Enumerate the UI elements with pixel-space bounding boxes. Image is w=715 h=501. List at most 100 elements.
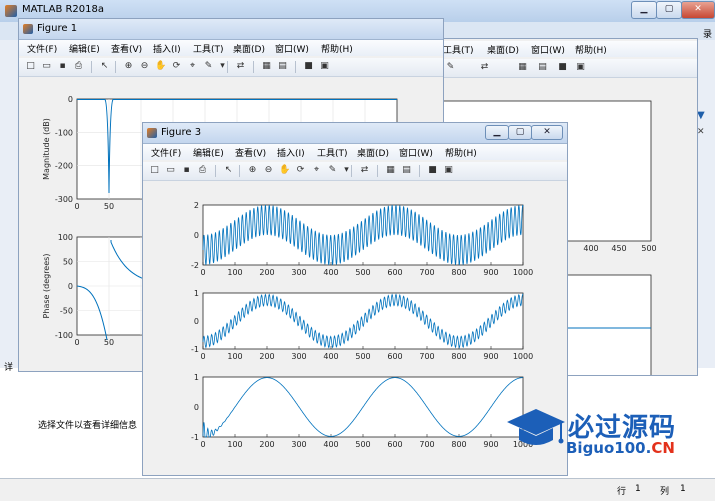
subplot-1-xtick-label: 500 xyxy=(355,268,370,277)
toolbar-separator xyxy=(377,165,378,177)
close-button[interactable]: ✕ xyxy=(681,1,715,19)
subplot-1-xtick-label: 700 xyxy=(419,268,434,277)
magnitude-xtick-label: 0 xyxy=(74,202,79,211)
figure-3-maximize-button[interactable]: ▢ xyxy=(508,125,532,140)
back-menu-window[interactable]: 窗口(W) xyxy=(531,43,565,56)
rotate-icon[interactable]: ⟳ xyxy=(295,165,306,176)
save-icon[interactable]: ▪ xyxy=(181,165,192,176)
watermark-url: Biguo100.CN xyxy=(566,439,675,457)
minimize-button[interactable]: ▁ xyxy=(631,1,657,19)
toolbar-separator xyxy=(215,165,216,177)
brush-icon[interactable]: ✎ xyxy=(203,61,214,72)
menu-insert[interactable]: 插入(I) xyxy=(277,146,305,159)
open-folder-icon[interactable]: ▭ xyxy=(165,165,176,176)
menu-edit[interactable]: 编辑(E) xyxy=(193,146,224,159)
colorbar-icon[interactable]: ▤ xyxy=(537,62,548,73)
open-folder-icon[interactable]: ▭ xyxy=(41,61,52,72)
back-menu-help[interactable]: 帮助(H) xyxy=(575,43,607,56)
magnitude-ytick-label: -100 xyxy=(55,128,73,137)
maximize-button[interactable]: ▢ xyxy=(656,1,682,19)
menu-tools[interactable]: 工具(T) xyxy=(193,42,224,55)
menu-window[interactable]: 窗口(W) xyxy=(399,146,433,159)
hide-tools-icon[interactable]: ■ xyxy=(557,62,568,73)
subplot-2-xtick-label: 200 xyxy=(259,352,274,361)
phase-xtick-label: 50 xyxy=(104,338,114,347)
link-plot-icon[interactable]: ⇄ xyxy=(359,165,370,176)
legend-icon[interactable]: ▦ xyxy=(517,62,528,73)
select-arrow-icon[interactable]: ↖ xyxy=(223,165,234,176)
pan-hand-icon[interactable]: ✋ xyxy=(279,165,290,176)
figure-3-axes: 0 100 200 300 400 500 600 700 800 900 100020-20 100… xyxy=(191,201,533,449)
figure-3-minimize-button[interactable]: ▁ xyxy=(485,125,509,140)
toolbar-separator xyxy=(239,165,240,177)
menu-insert[interactable]: 插入(I) xyxy=(153,42,181,55)
phase-ytick-label: 0 xyxy=(68,282,73,291)
colorbar-icon[interactable]: ▤ xyxy=(401,165,412,176)
menu-desktop[interactable]: 桌面(D) xyxy=(357,146,389,159)
save-icon[interactable]: ▪ xyxy=(57,61,68,72)
new-file-icon[interactable]: □ xyxy=(25,61,36,72)
details-label: 详 xyxy=(4,363,14,373)
magnitude-ytick-label: -200 xyxy=(55,162,73,171)
zoom-in-icon[interactable]: ⊕ xyxy=(247,165,258,176)
back-menu-desktop[interactable]: 桌面(D) xyxy=(487,43,519,56)
hide-tools-icon[interactable]: ■ xyxy=(427,165,438,176)
zoom-out-icon[interactable]: ⊖ xyxy=(139,61,150,72)
figure-1-menu-bar: 文件(F) 编辑(E) 查看(V) 插入(I) 工具(T) 桌面(D) 窗口(W) 帮助(H) xyxy=(19,40,443,56)
phase-xtick-label: 0 xyxy=(74,338,79,347)
link-icon[interactable]: ⇄ xyxy=(479,62,490,73)
subplot-1-xtick-label: 200 xyxy=(259,268,274,277)
subplot-2-xtick-label: 100 xyxy=(227,352,242,361)
print-icon[interactable]: ⎙ xyxy=(73,61,84,72)
show-tools-icon[interactable]: ▣ xyxy=(575,62,586,73)
close-panel-icon[interactable]: ✕ xyxy=(697,127,705,137)
menu-view[interactable]: 查看(V) xyxy=(235,146,266,159)
brush-icon[interactable]: ✎ xyxy=(327,165,338,176)
subplot-1-ytick-label: -2 xyxy=(191,261,199,270)
back-menu-tools[interactable]: 工具(T) xyxy=(443,43,474,56)
watermark-url-cn: CN xyxy=(651,439,675,457)
zoom-in-icon[interactable]: ⊕ xyxy=(123,61,134,72)
menu-view[interactable]: 查看(V) xyxy=(111,42,142,55)
colorbar-icon[interactable]: ▤ xyxy=(277,61,288,72)
subplot-3-ytick-label: -1 xyxy=(191,433,199,442)
figure-logo-icon xyxy=(23,24,33,34)
menu-help[interactable]: 帮助(H) xyxy=(445,146,477,159)
show-tools-icon[interactable]: ▣ xyxy=(319,61,330,72)
legend-icon[interactable]: ▦ xyxy=(385,165,396,176)
pan-hand-icon[interactable]: ✋ xyxy=(155,61,166,72)
back-xtick-label: 500 xyxy=(641,244,656,253)
rotate-icon[interactable]: ⟳ xyxy=(171,61,182,72)
menu-file[interactable]: 文件(F) xyxy=(151,146,181,159)
menu-desktop[interactable]: 桌面(D) xyxy=(233,42,265,55)
data-cursor-icon[interactable]: ⌖ xyxy=(311,165,322,176)
subplot-2-xtick-label: 0 xyxy=(200,352,205,361)
data-cursor-icon[interactable]: ⌖ xyxy=(187,61,198,72)
graduation-cap-logo xyxy=(507,409,565,445)
toolbar-separator xyxy=(295,61,296,73)
legend-icon[interactable]: ▦ xyxy=(261,61,272,72)
magnitude-ylabel: Magnitude (dB) xyxy=(42,118,51,180)
menu-edit[interactable]: 编辑(E) xyxy=(69,42,100,55)
subplot-2-xtick-label: 700 xyxy=(419,352,434,361)
new-file-icon[interactable]: □ xyxy=(149,165,160,176)
menu-help[interactable]: 帮助(H) xyxy=(321,42,353,55)
show-tools-icon[interactable]: ▣ xyxy=(443,165,454,176)
details-info-text: 选择文件以查看详细信息 xyxy=(38,421,138,431)
brush-icon[interactable]: ✎ xyxy=(445,62,456,73)
collapse-icon[interactable]: ▼ xyxy=(697,110,705,121)
subplot-1-ytick-label: 2 xyxy=(194,201,199,210)
select-arrow-icon[interactable]: ↖ xyxy=(99,61,110,72)
menu-tools[interactable]: 工具(T) xyxy=(317,146,348,159)
status-row-label: 行 xyxy=(617,487,627,497)
menu-file[interactable]: 文件(F) xyxy=(27,42,57,55)
zoom-out-icon[interactable]: ⊖ xyxy=(263,165,274,176)
link-plot-icon[interactable]: ⇄ xyxy=(235,61,246,72)
menu-window[interactable]: 窗口(W) xyxy=(275,42,309,55)
subplot-3-xtick-label: 400 xyxy=(323,440,338,449)
figure-3-close-button[interactable]: ✕ xyxy=(531,125,563,140)
print-icon[interactable]: ⎙ xyxy=(197,165,208,176)
hide-tools-icon[interactable]: ■ xyxy=(303,61,314,72)
subplot-3-xtick-label: 700 xyxy=(419,440,434,449)
figure-1-title-bar: Figure 1 xyxy=(19,19,443,40)
